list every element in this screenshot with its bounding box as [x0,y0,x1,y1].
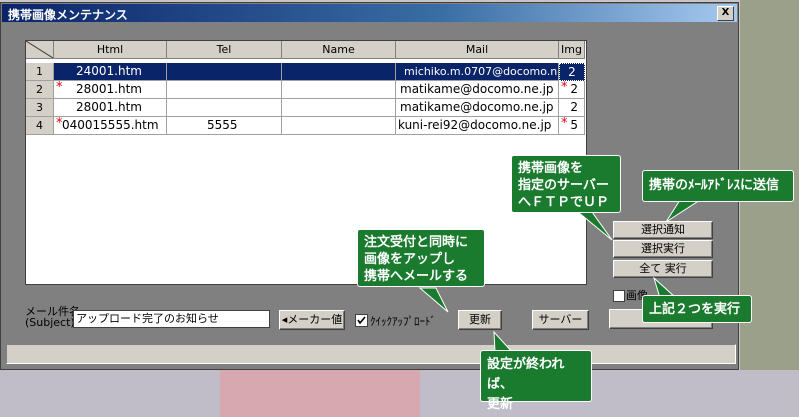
done-callout-line1: 設定が終われば、 [487,357,565,392]
order-callout-line2: 画像をアップし [364,252,456,267]
ftp-callout-line1: 携帯画像を [518,161,584,176]
ftp-callout-line2: 指定のサーバー [518,178,609,193]
callout-pointer [493,330,514,353]
run-both-callout: 上記２つを実行 [642,295,752,323]
order-callout-line1: 注文受付と同時に [364,235,469,250]
callout-pointer [665,199,702,223]
order-callout-line3: 携帯へメールする [364,269,469,284]
ftp-callout-line3: へＦＴＰでＵＰ [518,195,610,210]
callout-pointer [576,211,613,241]
done-callout: 設定が終われば、 更新 [480,350,592,412]
done-callout-line2: 更新 [487,397,514,412]
order-callout: 注文受付と同時に 画像をアップし 携帯へメールする [357,229,485,287]
mail-send-callout: 携帯のﾒｰﾙｱﾄﾞﾚｽに送信 [642,170,794,202]
callout-pointer [418,287,449,313]
ftp-callout: 携帯画像を 指定のサーバー へＦＴＰでＵＰ [511,155,621,213]
callout-pointers [418,199,702,353]
